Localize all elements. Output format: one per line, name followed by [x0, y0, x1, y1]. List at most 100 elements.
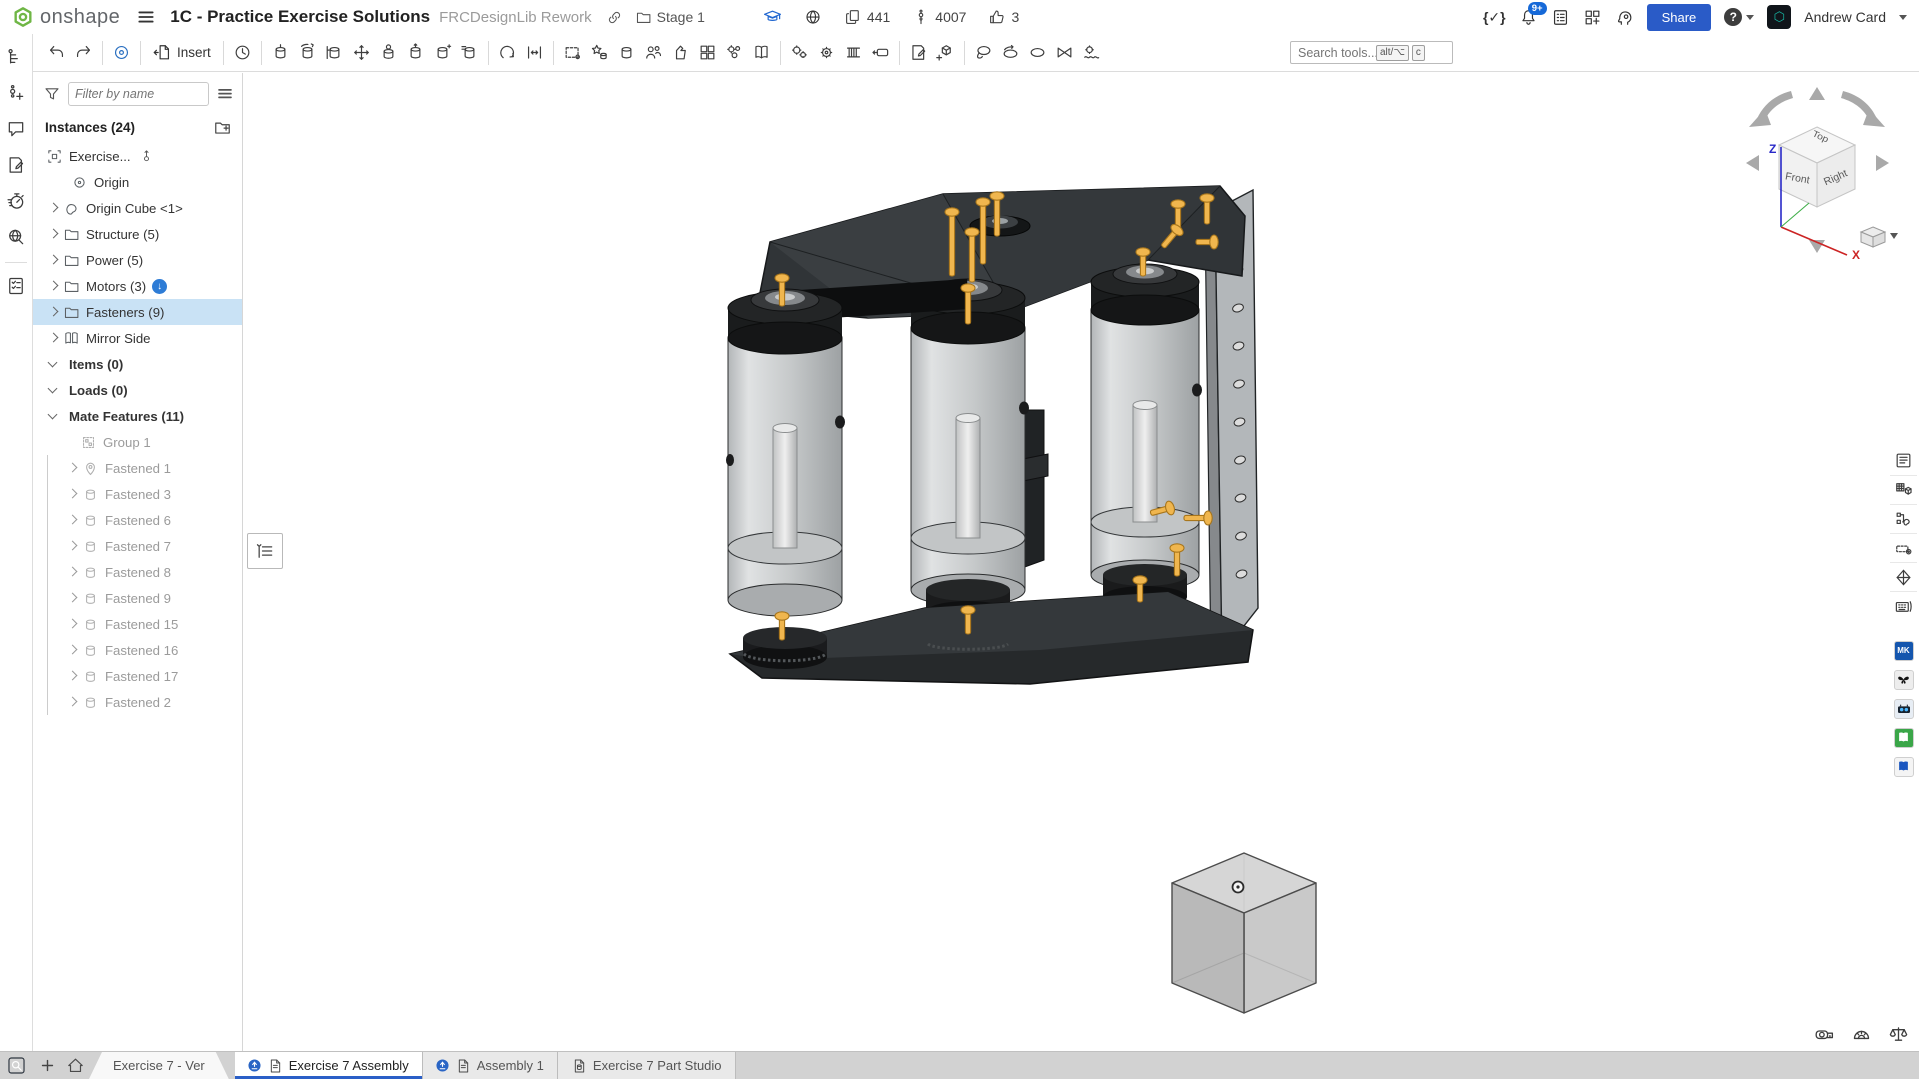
assembly-tree-icon[interactable] [3, 44, 29, 70]
followers-stat[interactable]: 4007 [912, 8, 966, 26]
chevron-right-icon[interactable] [64, 642, 80, 658]
chevron-down-icon[interactable] [45, 408, 61, 424]
planar-mate-icon[interactable] [348, 39, 375, 67]
notifications-button[interactable]: 9+ [1519, 8, 1538, 27]
chevron-right-icon[interactable] [45, 226, 61, 242]
tree-row-fastened-6[interactable]: Fastened 6 [33, 507, 242, 533]
named-positions-icon[interactable] [640, 39, 667, 67]
tree-row-folder-power[interactable]: Power (5) [33, 247, 242, 273]
graphics-viewport[interactable]: Top Front Right Z X MK [243, 73, 1919, 1051]
tab-assembly-1[interactable]: Assembly 1 [423, 1052, 558, 1079]
ball-mate-icon[interactable] [375, 39, 402, 67]
tree-row-loads-section[interactable]: Loads (0) [33, 377, 242, 403]
link-icon[interactable] [606, 9, 623, 26]
insert-button[interactable]: Insert [146, 40, 218, 65]
feature-script-icon[interactable]: {✓} [1483, 9, 1506, 26]
spool-cylinder-left[interactable] [726, 289, 845, 616]
app-butterfly-icon[interactable] [1894, 670, 1914, 690]
chevron-right-icon[interactable] [45, 330, 61, 346]
app-green-book-icon[interactable] [1894, 728, 1914, 748]
avatar[interactable]: ⬡ [1767, 5, 1791, 29]
likes-stat[interactable]: 3 [988, 8, 1019, 26]
document-title[interactable]: 1C - Practice Exercise Solutions [170, 7, 430, 27]
tree-row-fastened-3[interactable]: Fastened 3 [33, 481, 242, 507]
origin-cube-part[interactable] [1168, 845, 1328, 1025]
display-states-icon[interactable] [694, 39, 721, 67]
tape-measure-icon[interactable] [1814, 1024, 1835, 1045]
final-mate-connector-icon[interactable] [108, 39, 135, 67]
search-document-icon[interactable] [3, 224, 29, 250]
tree-row-exercise-root[interactable]: Exercise... [33, 143, 242, 169]
tree-row-fastened-7[interactable]: Fastened 7 [33, 533, 242, 559]
tree-row-items-section[interactable]: Items (0) [33, 351, 242, 377]
history-icon[interactable] [3, 188, 29, 214]
tree-row-origin[interactable]: Origin [33, 169, 242, 195]
chevron-right-icon[interactable] [64, 694, 80, 710]
versions-icon[interactable] [3, 80, 29, 106]
tree-row-fastened-16[interactable]: Fastened 16 [33, 637, 242, 663]
education-badge-icon[interactable] [763, 8, 782, 27]
tree-row-fastened-9[interactable]: Fastened 9 [33, 585, 242, 611]
view-options-button[interactable] [1861, 227, 1898, 247]
origin-marker[interactable] [1233, 882, 1244, 893]
section-view-icon[interactable] [997, 39, 1024, 67]
home-tab-button[interactable] [61, 1052, 89, 1079]
appearance-icon[interactable] [586, 39, 613, 67]
create-drawing-icon[interactable] [905, 39, 932, 67]
assembly-3d-model[interactable] [700, 160, 1260, 690]
tab-exercise-7-part-studio[interactable]: Exercise 7 Part Studio [558, 1052, 736, 1079]
help-menu[interactable]: ? [1724, 8, 1754, 26]
properties-panel-icon[interactable] [1890, 446, 1917, 475]
mate-connector-anchor-icon[interactable] [139, 149, 154, 164]
tree-row-mirror-side[interactable]: Mirror Side [33, 325, 242, 351]
copies-stat[interactable]: 441 [844, 8, 890, 26]
group-icon[interactable] [559, 39, 586, 67]
tab-exercise-7-ver[interactable]: Exercise 7 - Ver [89, 1052, 229, 1079]
chevron-right-icon[interactable] [45, 200, 61, 216]
interference-icon[interactable] [1051, 39, 1078, 67]
onshape-logo[interactable]: onshape [12, 6, 120, 29]
fastened-mate-icon[interactable] [267, 39, 294, 67]
cylindrical-mate-icon[interactable] [402, 39, 429, 67]
app-robot-icon[interactable] [1894, 699, 1914, 719]
rack-pinion-relation-icon[interactable] [813, 39, 840, 67]
screw-relation-icon[interactable] [840, 39, 867, 67]
chevron-right-icon[interactable] [64, 590, 80, 606]
filter-icon[interactable] [43, 85, 61, 103]
chevron-down-icon[interactable] [45, 356, 61, 372]
chevron-right-icon[interactable] [64, 564, 80, 580]
add-folder-icon[interactable] [213, 118, 232, 137]
chevron-right-icon[interactable] [45, 278, 61, 294]
chevron-right-icon[interactable] [64, 538, 80, 554]
redo-icon[interactable] [70, 39, 97, 67]
search-tools[interactable]: alt/⌥ c [1290, 41, 1453, 64]
chevron-down-icon[interactable] [45, 382, 61, 398]
slider-mate-icon[interactable] [321, 39, 348, 67]
new-tab-button[interactable] [33, 1052, 61, 1079]
learning-center-button[interactable] [1615, 8, 1634, 27]
public-globe-icon[interactable] [804, 8, 822, 26]
filter-input[interactable] [68, 82, 209, 106]
revolute-mate-icon[interactable] [294, 39, 321, 67]
spool-cylinder-middle[interactable] [911, 279, 1029, 623]
tree-row-folder-fasteners[interactable]: Fasteners (9) [33, 299, 242, 325]
update-available-badge[interactable]: ↓ [152, 279, 167, 294]
tab-exercise-7-assembly[interactable]: Exercise 7 Assembly [235, 1052, 423, 1079]
user-menu-chevron-icon[interactable] [1899, 15, 1907, 20]
panel-toggle-button[interactable] [247, 533, 283, 569]
measure-icon[interactable] [970, 39, 997, 67]
tree-row-fastened-1[interactable]: Fastened 1 [33, 455, 242, 481]
tree-row-fastened-2[interactable]: Fastened 2 [33, 689, 242, 715]
tree-row-folder-structure[interactable]: Structure (5) [33, 221, 242, 247]
tasks-button[interactable] [1551, 8, 1570, 27]
chevron-right-icon[interactable] [45, 252, 61, 268]
linked-documents-icon[interactable] [1890, 504, 1917, 533]
search-tabs-button[interactable] [0, 1052, 33, 1079]
chevron-right-icon[interactable] [64, 460, 80, 476]
chevron-right-icon[interactable] [64, 486, 80, 502]
app-store-button[interactable] [1583, 8, 1602, 27]
custom-tables-icon[interactable] [3, 152, 29, 178]
tree-row-group-1[interactable]: Group 1 [33, 429, 242, 455]
comments-icon[interactable] [3, 116, 29, 142]
search-tools-input[interactable] [1298, 46, 1376, 60]
